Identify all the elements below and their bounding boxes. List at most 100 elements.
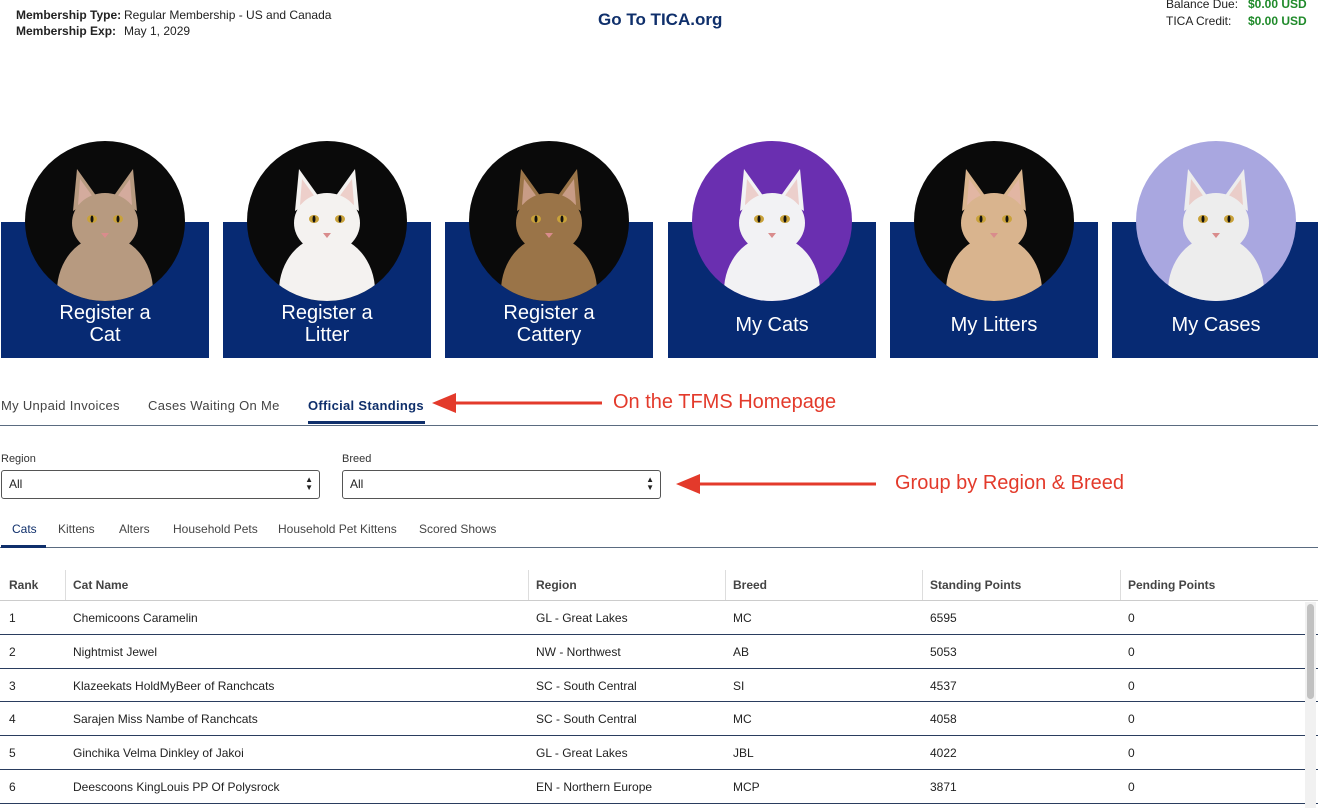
cell-rank: 2	[9, 644, 16, 659]
column-divider	[65, 570, 66, 600]
cell-region: SC - South Central	[536, 712, 637, 727]
region-select[interactable]: All ▲ ▼	[1, 470, 320, 499]
cell-cat-name: Sarajen Miss Nambe of Ranchcats	[73, 712, 258, 727]
cell-standing-points: 4537	[930, 678, 957, 693]
tab-official-standings[interactable]: Official Standings	[308, 398, 424, 413]
my-litters-tile[interactable]: My Litters	[890, 141, 1098, 358]
table-row[interactable]: 3 Klazeekats HoldMyBeer of Ranchcats SC …	[0, 669, 1318, 703]
oriental-cat-photo-icon	[692, 141, 852, 301]
cell-region: SC - South Central	[536, 678, 637, 693]
column-header-breed[interactable]: Breed	[733, 578, 767, 592]
cell-pending-points: 0	[1128, 678, 1135, 693]
my-cats-label: My Cats	[735, 314, 809, 336]
account-summary: Balance Due: $0.00 USD TICA Credit: $0.0…	[1166, 0, 1307, 30]
cell-cat-name: Nightmist Jewel	[73, 644, 158, 659]
kitten-photo-icon	[1136, 141, 1296, 301]
region-select-value: All	[9, 477, 23, 491]
go-to-tica-link[interactable]: Go To TICA.org	[598, 10, 722, 30]
cell-pending-points: 0	[1128, 644, 1135, 659]
cell-rank: 6	[9, 779, 16, 794]
my-cases-tile[interactable]: My Cases	[1112, 141, 1318, 358]
cell-breed: MCP	[733, 779, 760, 794]
table-row[interactable]: 1 Chemicoons Caramelin GL - Great Lakes …	[0, 601, 1318, 635]
column-header-rank[interactable]: Rank	[9, 578, 38, 592]
cell-region: GL - Great Lakes	[536, 611, 628, 625]
cell-breed: AB	[733, 644, 750, 659]
select-caret-icon: ▲ ▼	[646, 475, 654, 492]
register-cat-label: Register a Cat	[59, 302, 151, 346]
cell-standing-points: 3871	[930, 779, 957, 794]
table-scrollbar[interactable]	[1305, 602, 1316, 808]
arrow-icon	[432, 393, 602, 413]
table-row[interactable]: 6 Deescoons KingLouis PP Of Polysrock EN…	[0, 770, 1318, 804]
column-divider	[725, 570, 726, 600]
cell-cat-name: Klazeekats HoldMyBeer of Ranchcats	[73, 678, 275, 693]
cell-breed: SI	[733, 678, 745, 693]
cell-breed: JBL	[733, 746, 754, 761]
bengal-cat-photo-icon	[469, 141, 629, 301]
cell-cat-name: Deescoons KingLouis PP Of Polysrock	[73, 779, 280, 794]
homepage-annotation: On the TFMS Homepage	[613, 391, 837, 413]
cell-rank: 4	[9, 712, 16, 727]
cell-standing-points: 6595	[930, 611, 957, 625]
cell-cat-name: Chemicoons Caramelin	[73, 611, 198, 625]
column-header-standing-points[interactable]: Standing Points	[930, 578, 1021, 592]
breed-select[interactable]: All ▲ ▼	[342, 470, 661, 499]
register-litter-tile[interactable]: Register a Litter	[223, 141, 431, 358]
cat-photo-icon	[25, 141, 185, 301]
fluffy-cat-photo-icon	[914, 141, 1074, 301]
select-caret-icon: ▲ ▼	[305, 475, 313, 492]
tab-unpaid-invoices[interactable]: My Unpaid Invoices	[1, 398, 120, 413]
register-cattery-label: Register a Cattery	[503, 302, 595, 346]
membership-type-value: Regular Membership - US and Canada	[124, 8, 332, 22]
membership-type-label: Membership Type:	[16, 8, 122, 22]
cell-pending-points: 0	[1128, 779, 1135, 794]
tab-kittens[interactable]: Kittens	[58, 522, 95, 536]
cell-pending-points: 0	[1128, 611, 1135, 625]
column-divider	[1120, 570, 1121, 600]
column-divider	[922, 570, 923, 600]
table-row[interactable]: 4 Sarajen Miss Nambe of Ranchcats SC - S…	[0, 702, 1318, 737]
cell-pending-points: 0	[1128, 712, 1135, 727]
tab-cases-waiting[interactable]: Cases Waiting On Me	[148, 398, 280, 413]
column-header-cat-name[interactable]: Cat Name	[73, 578, 128, 592]
cell-standing-points: 4058	[930, 712, 957, 727]
cell-region: NW - Northwest	[536, 644, 621, 659]
membership-info: Membership Type: Regular Membership - US…	[16, 7, 331, 39]
column-header-pending-points[interactable]: Pending Points	[1128, 578, 1215, 592]
standings-table: Rank Cat Name Region Breed Standing Poin…	[0, 568, 1318, 804]
scrollbar-thumb[interactable]	[1307, 604, 1314, 699]
tica-credit-label: TICA Credit:	[1166, 14, 1232, 28]
arrow-icon	[676, 474, 876, 494]
table-header: Rank Cat Name Region Breed Standing Poin…	[0, 568, 1318, 601]
cell-rank: 5	[9, 746, 16, 761]
group-annotation: Group by Region & Breed	[895, 472, 1125, 494]
membership-exp-label: Membership Exp:	[16, 24, 117, 38]
category-tabs: Cats Kittens Alters Household Pets House…	[0, 518, 1318, 548]
register-cat-tile[interactable]: Register a Cat	[1, 141, 209, 358]
column-header-region[interactable]: Region	[536, 578, 577, 592]
cell-rank: 1	[9, 611, 16, 625]
breed-label: Breed	[342, 453, 372, 465]
register-litter-label: Register a Litter	[281, 302, 373, 346]
balance-due-value: $0.00 USD	[1248, 0, 1307, 11]
tab-alters[interactable]: Alters	[119, 522, 150, 536]
tab-household-pet-kittens[interactable]: Household Pet Kittens	[278, 522, 397, 536]
table-row[interactable]: 2 Nightmist Jewel NW - Northwest AB 5053…	[0, 635, 1318, 669]
cell-rank: 3	[9, 678, 16, 693]
white-cat-photo-icon	[247, 141, 407, 301]
tab-cats[interactable]: Cats	[12, 522, 37, 536]
cell-pending-points: 0	[1128, 746, 1135, 761]
membership-exp-value: May 1, 2029	[124, 24, 191, 38]
tica-credit-value: $0.00 USD	[1248, 14, 1307, 28]
register-cattery-tile[interactable]: Register a Cattery	[445, 141, 653, 358]
tab-scored-shows[interactable]: Scored Shows	[419, 522, 496, 536]
column-divider	[528, 570, 529, 600]
cell-breed: MC	[733, 611, 752, 625]
cell-standing-points: 4022	[930, 746, 957, 761]
tab-household-pets[interactable]: Household Pets	[173, 522, 258, 536]
table-row[interactable]: 5 Ginchika Velma Dinkley of Jakoi GL - G…	[0, 736, 1318, 770]
my-cats-tile[interactable]: My Cats	[668, 141, 876, 358]
breed-select-value: All	[350, 477, 364, 491]
active-subtab-indicator	[1, 545, 46, 548]
